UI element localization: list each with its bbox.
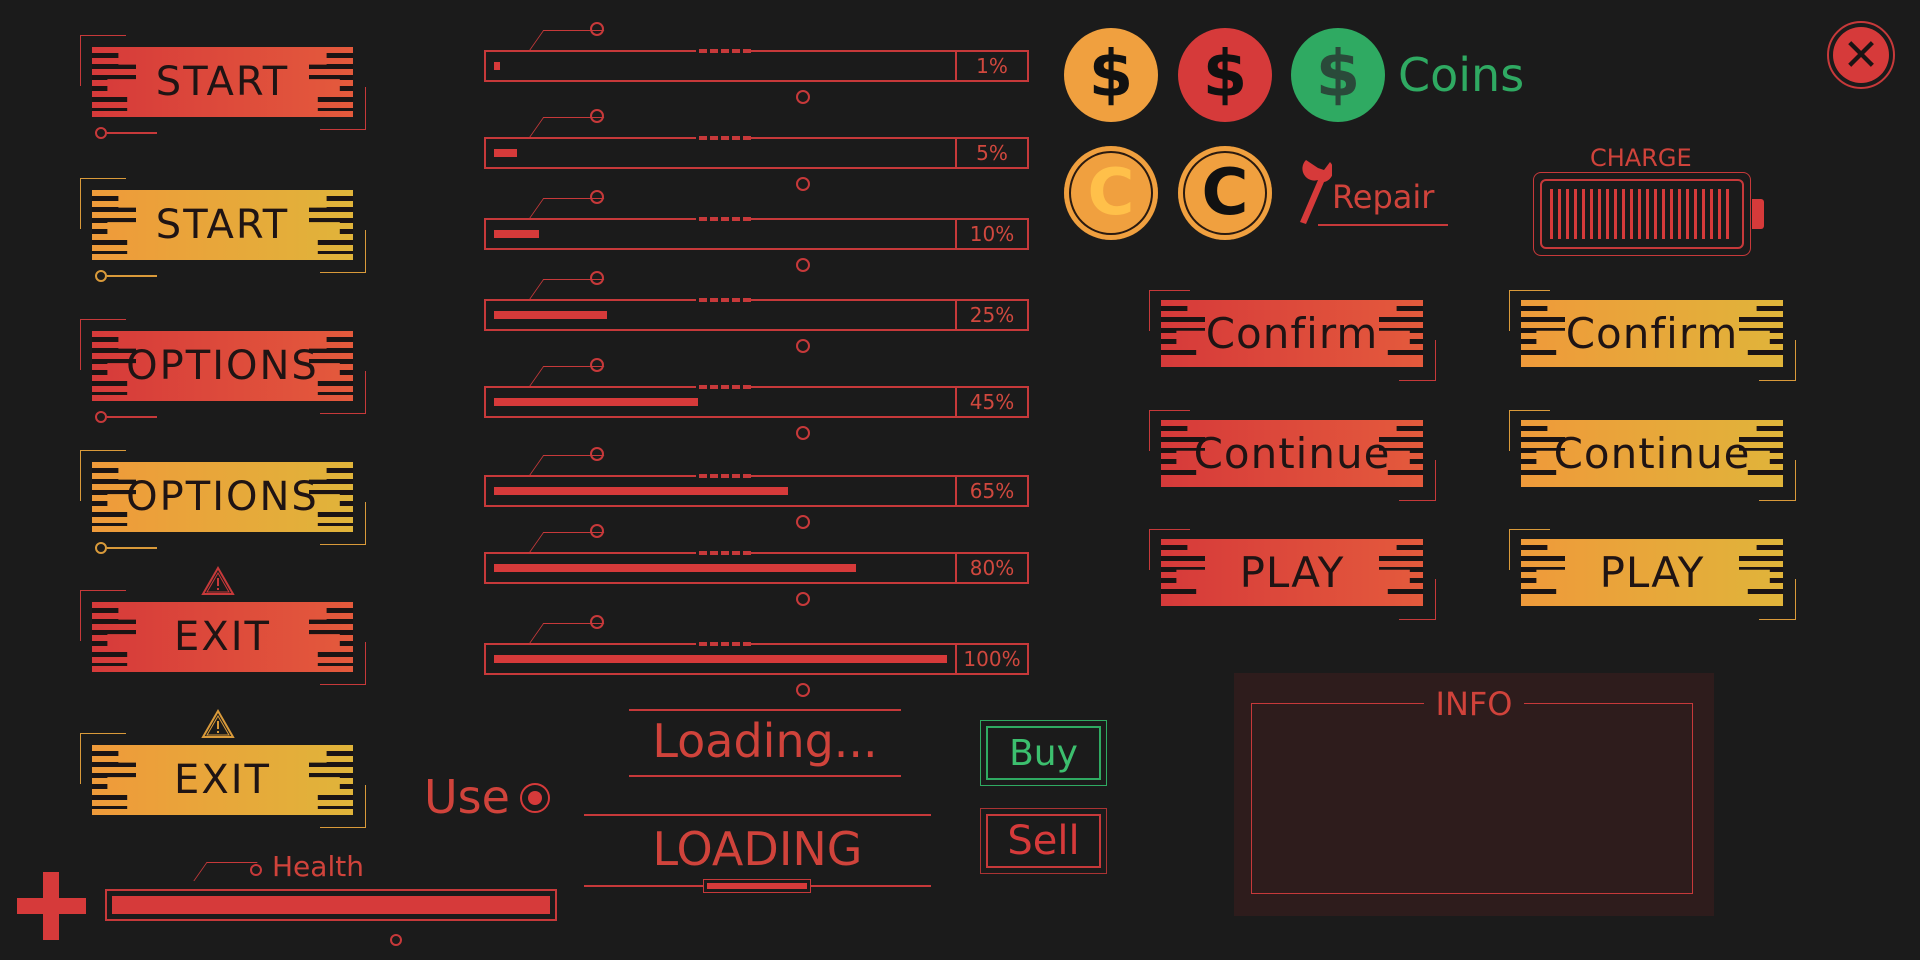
confirm-button-yellow[interactable]: Confirm (1521, 300, 1783, 367)
progress-bar: 5% (484, 109, 1029, 191)
progress-percent: 25% (955, 301, 1027, 329)
use-radio[interactable] (520, 783, 550, 813)
play-button-red[interactable]: PLAY (1161, 539, 1423, 606)
action-button-label: Confirm (1565, 309, 1739, 358)
buy-label: Buy (986, 726, 1101, 780)
menu-button-label: START (155, 202, 290, 248)
menu-button-label: OPTIONS (126, 474, 319, 520)
dollar-coin-green: $ (1291, 28, 1385, 122)
circuit-dot (95, 270, 107, 282)
progress-bar: 100% (484, 615, 1029, 697)
progress-percent: 5% (955, 139, 1027, 167)
menu-button-start[interactable]: START (92, 47, 353, 117)
progress-bar: 25% (484, 271, 1029, 353)
repair-label: Repair (1332, 178, 1435, 216)
warning-icon (201, 566, 235, 595)
info-title: INFO (1424, 685, 1524, 723)
progress-percent: 100% (955, 645, 1027, 673)
progress-bar: 65% (484, 447, 1029, 529)
progress-bar-fill (494, 149, 517, 157)
coins-label: Coins (1398, 48, 1525, 102)
progress-bar: 45% (484, 358, 1029, 440)
progress-bar-fill (494, 230, 540, 238)
progress-bar: 1% (484, 22, 1029, 104)
circuit-dot (95, 411, 107, 423)
progress-bar: 10% (484, 190, 1029, 272)
sell-button[interactable]: Sell (980, 808, 1107, 874)
progress-percent: 1% (955, 52, 1027, 80)
menu-button-options[interactable]: OPTIONS (92, 331, 353, 401)
progress-bar: 80% (484, 524, 1029, 606)
confirm-button-red[interactable]: Confirm (1161, 300, 1423, 367)
action-button-label: Continue (1193, 429, 1391, 478)
action-button-label: PLAY (1599, 548, 1705, 597)
use-label: Use (424, 770, 510, 824)
progress-bar-fill (494, 487, 789, 495)
info-panel: INFO (1234, 673, 1714, 916)
progress-percent: 10% (955, 220, 1027, 248)
circuit-dot (95, 127, 107, 139)
menu-button-options[interactable]: OPTIONS (92, 462, 353, 532)
menu-button-exit[interactable]: EXIT (92, 602, 353, 672)
health-label: Health (272, 850, 364, 883)
close-icon: ✕ (1833, 27, 1889, 83)
menu-button-label: EXIT (174, 757, 271, 803)
progress-percent: 80% (955, 554, 1027, 582)
wrench-icon (1300, 160, 1332, 224)
progress-bar-fill (494, 655, 947, 663)
action-button-label: Confirm (1205, 309, 1379, 358)
action-button-label: PLAY (1239, 548, 1345, 597)
health-bar-fill (112, 896, 550, 914)
progress-bar-fill (494, 564, 857, 572)
loading-caps-text: LOADING (652, 822, 863, 876)
c-coin-dark: C (1178, 146, 1272, 240)
progress-bar-fill (494, 398, 698, 406)
play-button-yellow[interactable]: PLAY (1521, 539, 1783, 606)
warning-icon (201, 709, 235, 738)
menu-button-label: START (155, 59, 290, 105)
sell-label: Sell (986, 814, 1101, 868)
menu-button-label: OPTIONS (126, 343, 319, 389)
menu-button-exit[interactable]: EXIT (92, 745, 353, 815)
progress-bar-fill (494, 62, 500, 70)
repair-button[interactable]: Repair (1296, 158, 1451, 226)
dollar-coin-orange: $ (1064, 28, 1158, 122)
health-plus-icon (17, 872, 86, 940)
close-button[interactable]: ✕ (1827, 21, 1895, 89)
menu-button-label: EXIT (174, 614, 271, 660)
circuit-dot (95, 542, 107, 554)
charge-label: CHARGE (1590, 144, 1692, 172)
menu-button-start[interactable]: START (92, 190, 353, 260)
c-coin-light: C (1064, 146, 1158, 240)
progress-percent: 65% (955, 477, 1027, 505)
dollar-coin-red: $ (1178, 28, 1272, 122)
health-bar (105, 889, 557, 921)
loading-indicator (703, 879, 811, 893)
continue-button-yellow[interactable]: Continue (1521, 420, 1783, 487)
buy-button[interactable]: Buy (980, 720, 1107, 786)
progress-bar-fill (494, 311, 608, 319)
progress-percent: 45% (955, 388, 1027, 416)
charge-battery (1533, 172, 1764, 256)
loading-text: Loading... (652, 714, 878, 768)
continue-button-red[interactable]: Continue (1161, 420, 1423, 487)
action-button-label: Continue (1553, 429, 1751, 478)
